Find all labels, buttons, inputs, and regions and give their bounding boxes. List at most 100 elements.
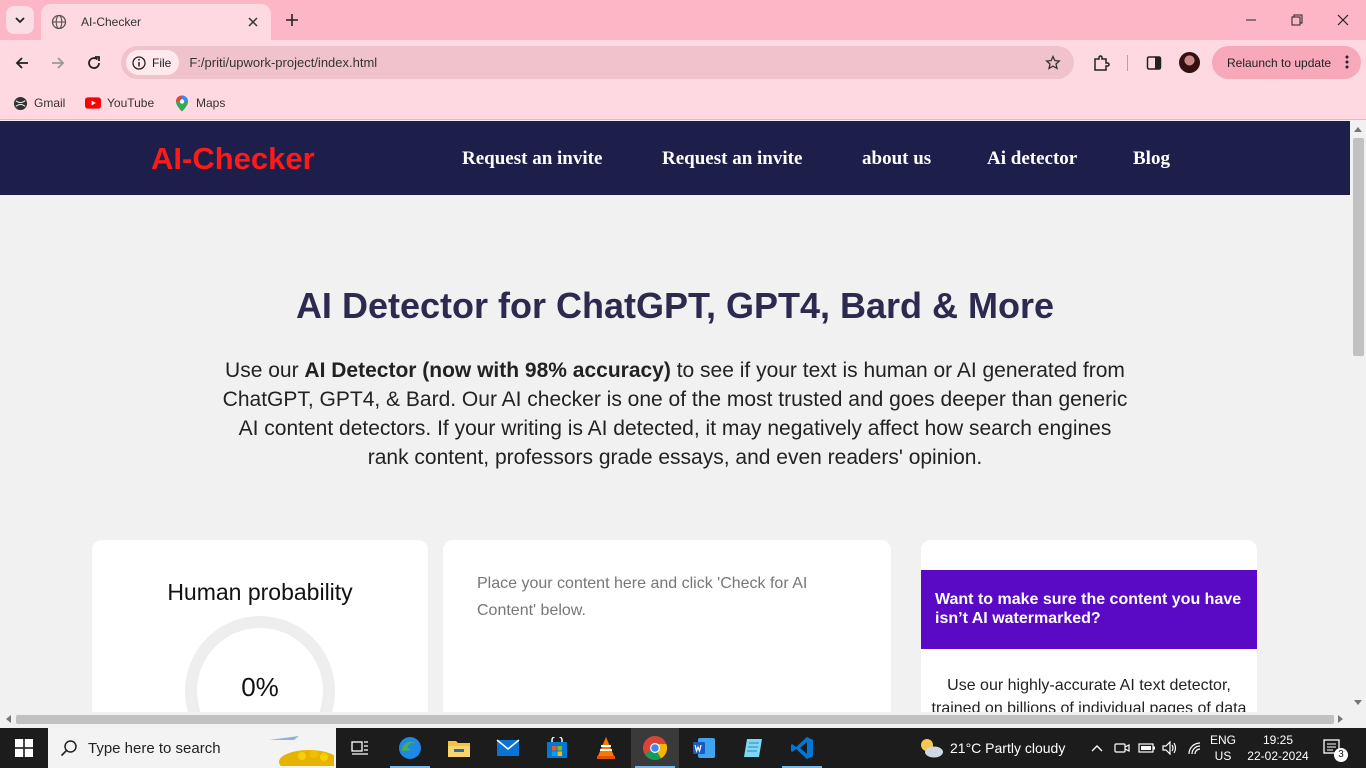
relaunch-label: Relaunch to update — [1227, 55, 1332, 70]
globe-icon — [12, 95, 28, 111]
lang-code: ENG — [1210, 733, 1237, 747]
forward-button[interactable] — [44, 49, 72, 77]
vertical-scroll-thumb[interactable] — [1353, 138, 1364, 356]
tab-title: AI-Checker — [81, 15, 142, 29]
search-icon — [60, 740, 77, 757]
show-hidden-icons[interactable] — [1091, 728, 1103, 768]
close-tab-icon[interactable] — [245, 14, 261, 30]
probability-title: Human probability — [167, 579, 353, 605]
clock-time: 19:25 — [1262, 733, 1294, 747]
youtube-icon — [85, 95, 101, 111]
meet-now-icon[interactable] — [1114, 728, 1130, 768]
nav-about-us[interactable]: about us — [862, 148, 931, 170]
chevron-down-icon — [15, 17, 25, 24]
scroll-left-icon[interactable] — [5, 715, 11, 723]
bookmark-star-icon[interactable] — [1038, 48, 1068, 78]
partly-cloudy-icon — [921, 739, 943, 758]
vertical-scrollbar[interactable] — [1350, 121, 1366, 713]
bookmark-youtube[interactable]: YouTube — [85, 92, 154, 114]
content-editor[interactable]: Place your content here and click 'Check… — [443, 540, 891, 713]
relaunch-button[interactable]: Relaunch to update — [1212, 46, 1361, 79]
taskbar-mail[interactable] — [484, 728, 532, 768]
bookmark-gmail[interactable]: Gmail — [12, 92, 65, 114]
extensions-button[interactable] — [1087, 49, 1115, 77]
url-text[interactable]: F:/priti/upwork-project/index.html — [189, 55, 1038, 70]
toolbar-divider — [1127, 55, 1128, 71]
maps-icon — [174, 95, 190, 111]
windows-taskbar: Type here to search 21°C Partly cloudy E… — [0, 728, 1366, 768]
nav-ai-detector[interactable]: Ai detector — [987, 148, 1077, 170]
taskbar-edge[interactable] — [386, 728, 434, 768]
more-vert-icon[interactable] — [1345, 54, 1349, 73]
chip-label: File — [152, 55, 172, 70]
search-highlight-illustration — [269, 736, 334, 766]
promo-card: Want to make sure the content you have i… — [921, 540, 1257, 713]
site-info-chip[interactable]: File — [126, 50, 180, 75]
taskbar-chrome[interactable] — [631, 728, 679, 768]
reload-icon — [88, 56, 100, 69]
chevron-up-icon — [1091, 745, 1103, 752]
taskbar-store[interactable] — [533, 728, 581, 768]
volume-icon[interactable] — [1162, 728, 1178, 768]
windows-logo-icon — [15, 739, 33, 757]
clock[interactable]: 19:25 22-02-2024 — [1245, 728, 1311, 768]
editor-placeholder: Place your content here and click 'Check… — [477, 575, 808, 619]
arrow-left-icon — [15, 57, 28, 69]
hero-text-bold: AI Detector (now with 98% accuracy) — [304, 359, 671, 382]
mail-icon — [496, 739, 520, 756]
taskbar-word[interactable] — [680, 728, 728, 768]
tab-search-button[interactable] — [6, 6, 34, 34]
horizontal-scroll-thumb[interactable] — [16, 715, 1334, 724]
arrow-right-icon — [52, 57, 65, 69]
reload-button[interactable] — [80, 49, 108, 77]
start-button[interactable] — [0, 728, 48, 768]
page-viewport: AI-Checker Request an invite Request an … — [0, 121, 1350, 713]
new-tab-button[interactable] — [280, 8, 304, 32]
notification-center[interactable]: 3 — [1322, 728, 1348, 768]
taskbar-vlc[interactable] — [582, 728, 630, 768]
scroll-up-icon[interactable] — [1354, 126, 1362, 132]
profile-avatar[interactable] — [1179, 52, 1200, 73]
battery-icon[interactable] — [1138, 728, 1156, 768]
horizontal-scrollbar[interactable] — [0, 712, 1350, 727]
language-indicator[interactable]: ENG US — [1210, 728, 1236, 768]
site-logo[interactable]: AI-Checker — [151, 141, 315, 177]
probability-value: 0% — [241, 672, 279, 702]
wifi-icon[interactable] — [1187, 728, 1203, 768]
browser-tab[interactable]: AI-Checker — [41, 4, 271, 40]
taskbar-search[interactable]: Type here to search — [48, 728, 336, 768]
task-view-button[interactable] — [336, 728, 384, 768]
human-probability-card: Human probability 0% — [92, 540, 428, 713]
taskbar-file-explorer[interactable] — [435, 728, 483, 768]
nav-request-invite[interactable]: Request an invite — [462, 148, 602, 170]
taskbar-vscode[interactable] — [778, 728, 826, 768]
nav-request-invite-2[interactable]: Request an invite — [662, 148, 802, 170]
notification-badge: 3 — [1334, 748, 1348, 762]
minimize-button[interactable] — [1228, 0, 1274, 40]
bookmark-maps[interactable]: Maps — [174, 92, 225, 114]
vlc-icon — [597, 737, 615, 759]
taskbar-notepad[interactable] — [729, 728, 777, 768]
plus-icon — [286, 14, 298, 26]
close-window-button[interactable] — [1320, 0, 1366, 40]
weather-widget[interactable]: 21°C Partly cloudy — [918, 728, 1065, 768]
restore-button[interactable] — [1274, 0, 1320, 40]
lang-region: US — [1214, 749, 1232, 763]
side-panel-icon — [1146, 56, 1162, 70]
tab-strip: AI-Checker — [0, 0, 1366, 40]
restore-icon — [1291, 14, 1303, 26]
back-button[interactable] — [8, 49, 36, 77]
search-placeholder: Type here to search — [88, 739, 221, 757]
side-panel-button[interactable] — [1140, 49, 1168, 77]
promo-heading: Want to make sure the content you have i… — [921, 570, 1257, 649]
nav-blog[interactable]: Blog — [1133, 148, 1170, 170]
hero-title: AI Detector for ChatGPT, GPT4, Bard & Mo… — [295, 285, 1055, 326]
chrome-icon — [643, 736, 668, 761]
promo-body: Use our highly-accurate AI text detector… — [931, 677, 1247, 713]
bookmark-label: Maps — [196, 96, 226, 110]
address-bar[interactable]: File F:/priti/upwork-project/index.html — [121, 46, 1074, 79]
weather-text: 21°C Partly cloudy — [950, 740, 1066, 756]
word-icon — [693, 738, 715, 758]
scroll-down-icon[interactable] — [1354, 700, 1362, 706]
scroll-right-icon[interactable] — [1338, 715, 1344, 723]
